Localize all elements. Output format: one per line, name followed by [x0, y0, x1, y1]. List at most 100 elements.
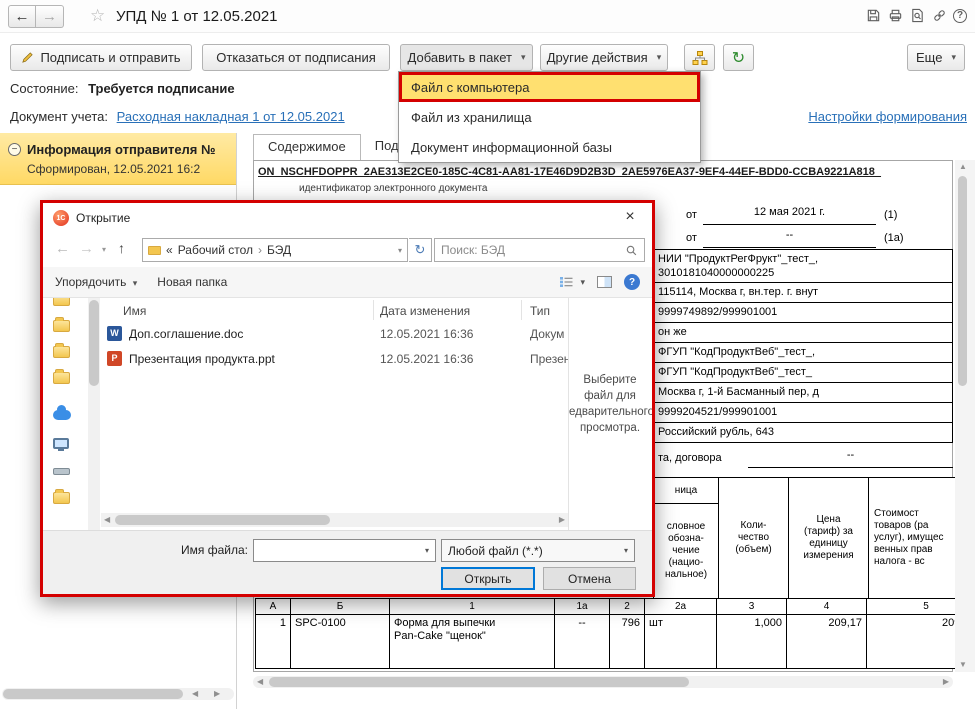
- dialog-back-button[interactable]: ←: [55, 240, 70, 257]
- sign-send-button[interactable]: Подписать и отправить: [10, 44, 192, 71]
- content-vscroll-thumb[interactable]: [958, 176, 967, 386]
- more-label: Еще: [916, 50, 943, 65]
- dialog-body: Имя Дата изменения Тип W Доп.соглашение.…: [43, 298, 652, 530]
- dialog-refresh-button[interactable]: ↻: [409, 238, 432, 262]
- cancel-button[interactable]: Отмена: [543, 567, 636, 590]
- refuse-sign-button[interactable]: Отказаться от подписания: [202, 44, 390, 71]
- content-hscrollbar[interactable]: ◀ ▶: [253, 676, 953, 688]
- scroll-right-icon[interactable]: ▶: [214, 690, 220, 698]
- breadcrumb-chevron[interactable]: «: [166, 243, 173, 257]
- save-icon[interactable]: [865, 7, 882, 24]
- file-open-dialog: 1С Открытие × ← → ▾ ↑ « Рабочий стол › Б…: [40, 200, 655, 597]
- item-unit-extra-cell: --: [554, 614, 610, 669]
- column-header-modified[interactable]: Дата изменения: [380, 304, 470, 318]
- back-button[interactable]: ←: [8, 5, 36, 28]
- menu-item-file-from-computer[interactable]: Файл с компьютера: [399, 72, 700, 102]
- open-button-label: Открыть: [464, 571, 512, 586]
- scroll-up-icon[interactable]: ▲: [959, 163, 967, 171]
- link-icon[interactable]: [931, 7, 948, 24]
- favorite-star-icon[interactable]: ☆: [90, 6, 105, 26]
- scroll-right-icon[interactable]: ▶: [943, 678, 949, 686]
- sidebar-folder-icon[interactable]: [53, 369, 70, 384]
- sidebar-folder-icon[interactable]: [53, 489, 70, 504]
- breadcrumb-separator: ›: [258, 243, 263, 257]
- file-row-name[interactable]: Доп.соглашение.doc: [129, 327, 243, 341]
- file-row-modified: 12.05.2021 16:36: [380, 327, 474, 341]
- refresh-button[interactable]: ↻: [723, 44, 754, 71]
- scroll-down-icon[interactable]: ▼: [959, 661, 967, 669]
- other-actions-button[interactable]: Другие действия ▾: [540, 44, 668, 71]
- new-folder-button[interactable]: Новая папка: [157, 275, 227, 289]
- add-to-package-button[interactable]: Добавить в пакет ▾: [400, 44, 533, 71]
- sidebar-drive-icon[interactable]: [53, 468, 70, 475]
- dialog-up-button[interactable]: ↑: [118, 240, 125, 256]
- file-list-hscrollbar[interactable]: ◀ ▶: [101, 513, 568, 527]
- formation-settings-link[interactable]: Настройки формирования: [808, 109, 967, 124]
- filename-input[interactable]: ▾: [253, 539, 436, 562]
- menu-item-file-from-storage[interactable]: Файл из хранилища: [399, 102, 700, 132]
- sidebar-vscrollbar[interactable]: [88, 298, 100, 530]
- sidebar-this-pc-icon[interactable]: [53, 438, 69, 451]
- collapse-icon[interactable]: −: [8, 143, 21, 156]
- dialog-search-input[interactable]: Поиск: БЭД: [434, 238, 645, 262]
- invoice-date-label: от: [686, 209, 697, 221]
- tab-contents[interactable]: Содержимое: [253, 134, 361, 160]
- dialog-help-icon[interactable]: ?: [624, 274, 640, 290]
- correction-line-number: (1а): [884, 232, 904, 244]
- other-actions-label: Другие действия: [546, 50, 648, 65]
- buyer-address-field: Москва г, 1-й Басманный пер, д: [653, 382, 953, 403]
- sidebar-folder-icon[interactable]: [53, 298, 70, 306]
- content-vscrollbar[interactable]: ▲ ▼: [955, 160, 975, 672]
- content-hscroll-thumb[interactable]: [269, 677, 689, 687]
- file-row-name[interactable]: Презентация продукта.ppt: [129, 352, 275, 366]
- source-document-label: Документ учета:: [10, 109, 109, 124]
- payment-doc-value: --: [748, 449, 953, 468]
- view-mode-button[interactable]: ▾: [559, 276, 585, 288]
- sender-info-header[interactable]: − Информация отправителя № Сформирован, …: [0, 133, 236, 185]
- address-bar[interactable]: « Рабочий стол › БЭД ▾: [142, 238, 408, 262]
- scroll-left-icon[interactable]: ◀: [257, 678, 263, 686]
- sender-info-subtitle: Сформирован, 12.05.2021 16:2: [27, 162, 201, 176]
- more-button[interactable]: Еще ▾: [907, 44, 965, 71]
- cancel-button-label: Отмена: [567, 571, 612, 586]
- address-dropdown-icon[interactable]: ▾: [398, 246, 402, 255]
- sidebar-vscroll-thumb[interactable]: [89, 300, 99, 386]
- column-header-type[interactable]: Тип: [530, 304, 550, 318]
- chevron-down-icon: ▾: [520, 52, 526, 62]
- forward-button[interactable]: →: [36, 5, 64, 28]
- scroll-right-icon[interactable]: ▶: [559, 516, 565, 524]
- file-list-hscroll-thumb[interactable]: [115, 515, 330, 525]
- unit-header-text: ница: [674, 484, 698, 496]
- dialog-history-chevron-icon[interactable]: ▾: [102, 245, 106, 254]
- open-button[interactable]: Открыть: [441, 567, 535, 590]
- org-structure-button[interactable]: [684, 44, 715, 71]
- sidebar-folder-icon[interactable]: [53, 343, 70, 358]
- window-titlebar: ← → ☆ УПД № 1 от 12.05.2021 ?: [0, 0, 975, 33]
- menu-item-infobase-document[interactable]: Документ информационной базы: [399, 132, 700, 162]
- print-icon[interactable]: [887, 7, 904, 24]
- help-icon[interactable]: ?: [953, 8, 967, 23]
- left-panel-hscrollbar[interactable]: ◀ ▶: [2, 688, 234, 700]
- filetype-value: Любой файл (*.*): [448, 543, 543, 558]
- preview-icon[interactable]: [909, 7, 926, 24]
- sidebar-onedrive-icon[interactable]: [53, 405, 71, 420]
- breadcrumb-desktop[interactable]: Рабочий стол: [178, 243, 253, 257]
- filetype-select[interactable]: Любой файл (*.*) ▾: [441, 539, 635, 562]
- item-name-cell: Форма для выпечки Pan-Cake "щенок": [389, 614, 555, 669]
- column-header-name[interactable]: Имя: [123, 304, 146, 318]
- forward-arrow-icon: →: [42, 8, 57, 25]
- sidebar-folder-icon[interactable]: [53, 317, 70, 332]
- history-nav: ← →: [8, 5, 64, 28]
- left-panel-hscroll-thumb[interactable]: [3, 689, 183, 699]
- breadcrumb-current-folder[interactable]: БЭД: [267, 243, 291, 257]
- scroll-left-icon[interactable]: ◀: [192, 690, 198, 698]
- organize-button[interactable]: Упорядочить ▾: [55, 275, 137, 289]
- preview-pane-button[interactable]: [597, 276, 612, 288]
- dialog-close-button[interactable]: ×: [608, 203, 652, 231]
- buyer-inn-field: 9999204521/999901001: [653, 402, 953, 423]
- refuse-sign-label: Отказаться от подписания: [216, 50, 376, 65]
- add-to-package-menu: Файл с компьютера Файл из хранилища Доку…: [398, 71, 701, 163]
- source-document-link[interactable]: Расходная накладная 1 от 12.05.2021: [117, 109, 345, 124]
- scroll-left-icon[interactable]: ◀: [104, 516, 110, 524]
- dialog-forward-button[interactable]: →: [79, 240, 94, 257]
